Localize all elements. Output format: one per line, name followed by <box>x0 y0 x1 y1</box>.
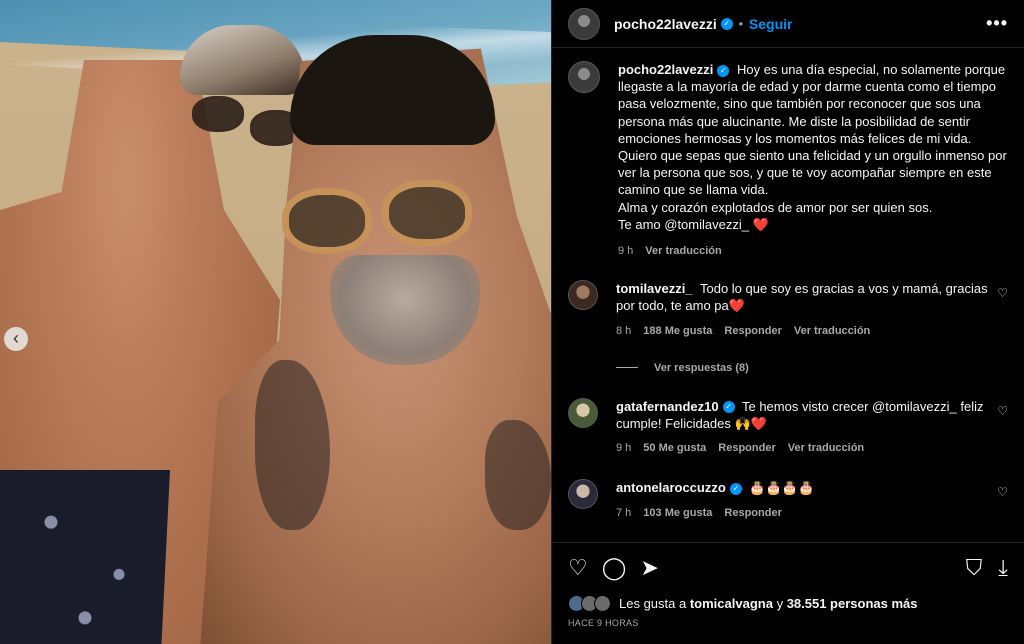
post-time-ago: HACE 9 HORAS <box>568 618 639 628</box>
liker-avatar <box>594 595 611 612</box>
translate-link[interactable]: Ver traducción <box>794 323 870 340</box>
comment-like-heart-icon[interactable]: ♡ <box>997 404 1008 418</box>
reply-button[interactable]: Responder <box>718 440 775 457</box>
caption-text: Hoy es una día especial, no solamente po… <box>618 62 1007 198</box>
author-avatar[interactable] <box>568 7 600 40</box>
verified-icon: ✓ <box>717 64 730 77</box>
like-heart-icon[interactable]: ♡ <box>568 555 588 581</box>
comment-likes[interactable]: 50 Me gusta <box>643 440 706 457</box>
more-options-icon[interactable]: ••• <box>986 13 1008 34</box>
comment-time: 9 h <box>616 442 632 455</box>
save-bookmark-icon[interactable]: ⛉ <box>966 555 983 581</box>
verified-icon: ✓ <box>722 401 735 414</box>
comment-text: 🎂🎂🎂🎂 <box>749 480 815 496</box>
likes-user[interactable]: tomicalvagna <box>690 596 773 611</box>
likes-count[interactable]: 38.551 personas más <box>787 596 918 611</box>
likes-prefix: Les gusta a <box>619 596 687 611</box>
likes-summary: Les gusta a tomicalvagna y 38.551 person… <box>568 595 1008 612</box>
share-icon[interactable]: ➤ <box>640 555 658 581</box>
reply-button[interactable]: Responder <box>724 323 781 340</box>
caption-line-2: Alma y corazón explotados de amor por se… <box>618 199 933 215</box>
commenter-avatar[interactable] <box>568 280 598 311</box>
caption-line-3: Te amo @tomilavezzi_ ❤️ <box>618 216 769 232</box>
post-header: pocho22lavezzi ✓ • Seguir ••• <box>552 0 1024 48</box>
replies-line <box>616 367 638 369</box>
likers-avatars <box>568 595 611 612</box>
caption-translate-link[interactable]: Ver traducción <box>645 243 721 260</box>
comment-time: 8 h <box>616 324 632 337</box>
caption-avatar[interactable] <box>568 61 600 93</box>
comment-item: antonelaroccuzzo ✓ 🎂🎂🎂🎂 7 h 103 Me gusta … <box>568 479 1008 521</box>
author-username[interactable]: pocho22lavezzi <box>614 16 717 32</box>
comment-username[interactable]: tomilavezzi_ <box>616 281 693 296</box>
commenter-avatar[interactable] <box>568 479 598 510</box>
translate-link[interactable]: Ver traducción <box>788 440 864 457</box>
comment-username[interactable]: antonelaroccuzzo <box>616 480 726 495</box>
reply-button[interactable]: Responder <box>724 505 781 522</box>
caption-time: 9 h <box>618 245 634 258</box>
separator-dot: • <box>738 16 743 31</box>
download-icon[interactable]: ⤓ <box>998 555 1008 581</box>
comment-item: tomilavezzi_ Todo lo que soy es gracias … <box>568 280 1008 340</box>
comments-section: pocho22lavezzi ✓ Hoy es una día especial,… <box>552 49 1024 542</box>
view-replies-label[interactable]: Ver respuestas (8) <box>654 362 749 374</box>
post-side-panel: pocho22lavezzi ✓ • Seguir ••• pocho22lav… <box>551 0 1024 644</box>
comment-likes[interactable]: 103 Me gusta <box>643 505 712 522</box>
caption: pocho22lavezzi ✓ Hoy es una día especial,… <box>568 61 1008 260</box>
verified-icon: ✓ <box>729 483 742 496</box>
verified-icon: ✓ <box>720 17 733 30</box>
comment-item: gatafernandez10 ✓ Te hemos visto crecer @… <box>568 397 1008 458</box>
comment-like-heart-icon[interactable]: ♡ <box>997 286 1008 300</box>
carousel-prev-button[interactable]: ‹ <box>4 327 28 351</box>
post-photo: ‹ <box>0 0 551 644</box>
comment-icon[interactable]: ◯ <box>602 555 627 581</box>
comment-likes[interactable]: 188 Me gusta <box>643 323 712 340</box>
comment-like-heart-icon[interactable]: ♡ <box>997 485 1008 499</box>
commenter-avatar[interactable] <box>568 397 598 428</box>
post-actions-bar: ♡ ◯ ➤ ⛉ ⤓ Les gusta a tomicalvagna y 38.… <box>552 542 1024 628</box>
comment-username[interactable]: gatafernandez10 <box>616 399 719 414</box>
view-replies[interactable]: Ver respuestas (8) <box>616 362 1008 374</box>
likes-middle: y <box>776 596 784 611</box>
comment-time: 7 h <box>616 506 632 519</box>
follow-button[interactable]: Seguir <box>749 16 793 32</box>
swim-shorts <box>0 470 170 644</box>
action-icons: ♡ ◯ ➤ ⛉ ⤓ <box>568 553 1008 583</box>
caption-username[interactable]: pocho22lavezzi <box>618 62 713 77</box>
